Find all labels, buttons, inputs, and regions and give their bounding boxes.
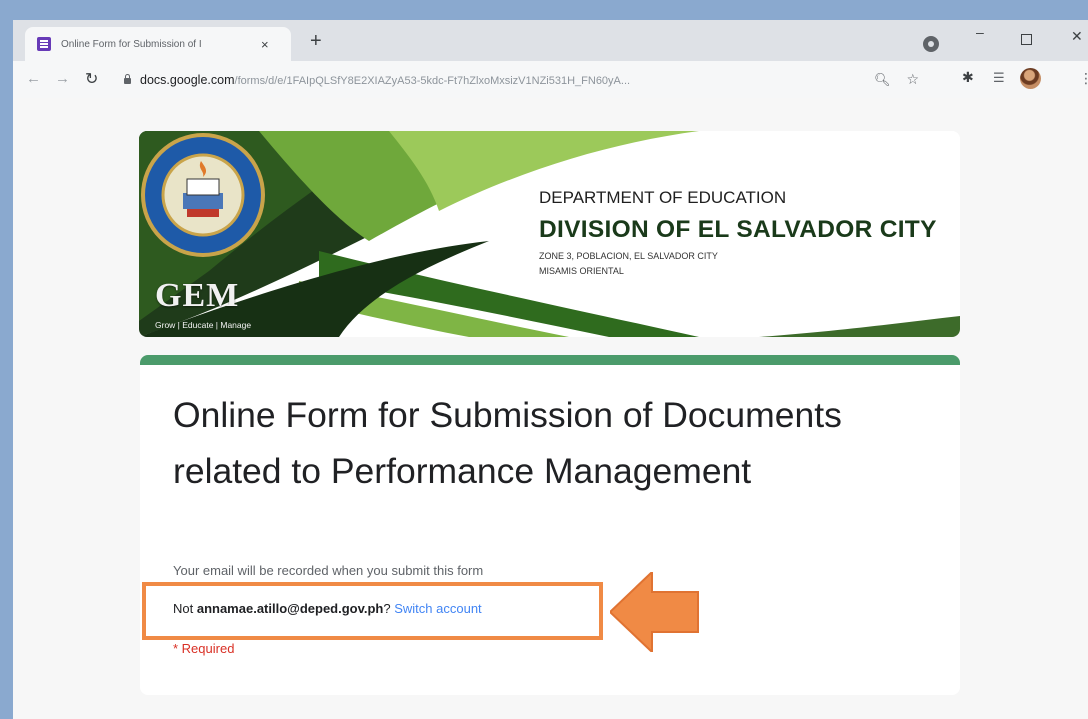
- zoom-icon[interactable]: 🔍︎: [874, 72, 891, 88]
- maximize-button[interactable]: [1021, 34, 1032, 45]
- tab-close-icon[interactable]: ×: [261, 37, 269, 52]
- browser-toolbar: ← → ↻ docs.google.com/forms/d/e/1FAIpQLS…: [13, 61, 1088, 98]
- form-header-card: Online Form for Submission of Documents …: [140, 355, 960, 695]
- email-notice: Your email will be recorded when you sub…: [173, 563, 484, 578]
- tab-title: Online Form for Submission of I: [61, 38, 202, 50]
- tab-online-form[interactable]: Online Form for Submission of I ×: [25, 27, 291, 61]
- reload-icon[interactable]: ↻: [85, 69, 98, 89]
- forward-arrow-icon[interactable]: →: [55, 70, 70, 87]
- minimize-button[interactable]: –: [976, 24, 984, 40]
- header-banner: GEM Grow | Educate | Manage DEPARTMENT O…: [139, 131, 960, 337]
- close-window-button[interactable]: ✕: [1071, 28, 1083, 45]
- highlight-box: [142, 582, 603, 640]
- chrome-icon[interactable]: [923, 36, 939, 52]
- gem-logo: GEM: [155, 277, 240, 314]
- back-arrow-icon[interactable]: ←: [26, 70, 41, 87]
- extensions-icon[interactable]: ✱: [962, 69, 974, 86]
- card-accent-bar: [140, 355, 960, 365]
- lock-icon[interactable]: [124, 74, 131, 84]
- department-label: DEPARTMENT OF EDUCATION: [539, 188, 787, 207]
- form-title: Online Form for Submission of Documents …: [173, 395, 842, 491]
- page-content: GEM Grow | Educate | Manage DEPARTMENT O…: [13, 98, 1088, 719]
- new-tab-button[interactable]: +: [310, 31, 322, 51]
- url-text[interactable]: docs.google.com/forms/d/e/1FAIpQLSfY8E2X…: [140, 73, 860, 87]
- avatar[interactable]: [1020, 68, 1041, 89]
- reading-list-icon[interactable]: ☰: [993, 70, 1005, 86]
- arrow-pointer-icon: [610, 572, 699, 652]
- menu-icon[interactable]: ⋮: [1079, 70, 1088, 87]
- division-seal-logo: [141, 133, 265, 257]
- browser-window: Online Form for Submission of I × + – ✕ …: [13, 20, 1088, 719]
- star-icon[interactable]: ☆: [907, 71, 920, 88]
- required-note: * Required: [173, 641, 235, 656]
- address-bar[interactable]: docs.google.com/forms/d/e/1FAIpQLSfY8E2X…: [111, 66, 941, 93]
- address-line-2: MISAMIS ORIENTAL: [539, 266, 624, 276]
- address-line-1: ZONE 3, POBLACION, EL SALVADOR CITY: [539, 251, 718, 261]
- title-bar: Online Form for Submission of I × + – ✕: [13, 20, 1088, 61]
- division-title: DIVISION OF EL SALVADOR CITY: [539, 216, 937, 243]
- gem-tagline: Grow | Educate | Manage: [155, 320, 252, 330]
- forms-favicon-icon: [37, 37, 51, 51]
